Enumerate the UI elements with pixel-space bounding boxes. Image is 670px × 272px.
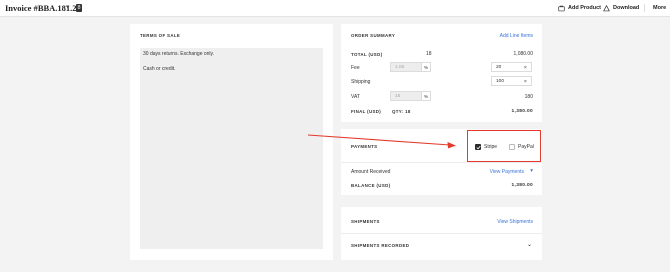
shipping-label: Shipping [351, 79, 371, 85]
add-line-items-link[interactable]: Add Line Items [500, 33, 533, 39]
shipments-heading: SHIPMENTS [351, 219, 380, 224]
shipping-value-input[interactable]: 100 × [491, 76, 532, 86]
fee-percent-input[interactable]: 1.85 [390, 62, 422, 72]
vat-amount: 180 [524, 94, 533, 100]
download-icon [603, 4, 610, 11]
annotation-arrow-icon [307, 134, 456, 149]
chevron-down-icon[interactable]: ▾ [530, 168, 533, 174]
fee-percent-symbol: % [422, 62, 431, 72]
order-summary-card: ORDER SUMMARY Add Line Items TOTAL (USD)… [341, 24, 542, 122]
more-button[interactable]: More [653, 3, 666, 13]
title-dropdown-icon[interactable]: ▾ [66, 3, 70, 11]
order-summary-heading: ORDER SUMMARY [351, 33, 396, 38]
final-qty: QTY: 18 [392, 109, 411, 114]
highlight-box [467, 130, 541, 162]
shipments-card: SHIPMENTS View Shipments SHIPMENTS RECOR… [341, 207, 542, 260]
total-qty: 18 [426, 51, 432, 57]
total-label: TOTAL (USD) [351, 52, 383, 57]
toolbar-divider [644, 4, 645, 12]
terms-line-2: Cash or credit. [143, 66, 176, 72]
vat-label: VAT [351, 94, 360, 100]
fee-value-input[interactable]: 20 × [491, 62, 532, 72]
terms-line-1: 30 days returns. Exchange only. [143, 51, 215, 57]
final-label: FINAL (USD) [351, 109, 382, 114]
total-amount: 1,080.00 [513, 51, 533, 57]
cart-icon [558, 5, 565, 11]
add-product-button[interactable]: Add Product [558, 3, 601, 13]
invoice-count-badge[interactable]: 8 [76, 4, 82, 12]
view-shipments-link[interactable]: View Shipments [497, 219, 533, 225]
shipping-clear-icon[interactable]: × [524, 79, 527, 85]
vat-percent-input[interactable]: 15 [390, 91, 422, 101]
add-product-label: Add Product [568, 5, 601, 11]
balance-label: BALANCE (USD) [351, 183, 391, 188]
download-button[interactable]: Download [603, 3, 639, 13]
top-bar: Invoice #BBA.181.2 ▾ 8 Add Product Downl… [0, 0, 670, 17]
view-payments-link[interactable]: View Payments [490, 169, 524, 175]
download-label: Download [613, 5, 640, 11]
terms-textarea[interactable]: 30 days returns. Exchange only. Cash or … [140, 48, 323, 249]
chevron-down-icon[interactable]: ⌄ [527, 241, 532, 248]
balance-amount: 1,380.00 [511, 183, 533, 188]
amount-received-label: Amount Received [351, 169, 391, 175]
fee-label: Fee [351, 65, 360, 71]
terms-heading: TERMS OF SALE [140, 33, 181, 38]
shipments-recorded-label[interactable]: SHIPMENTS RECORDED [351, 243, 409, 248]
vat-percent-symbol: % [422, 91, 431, 101]
payments-divider [341, 162, 542, 163]
final-amount: 1,380.00 [511, 109, 533, 114]
fee-clear-icon[interactable]: × [524, 65, 527, 71]
more-label: More [653, 5, 667, 11]
shipments-divider [341, 233, 542, 234]
